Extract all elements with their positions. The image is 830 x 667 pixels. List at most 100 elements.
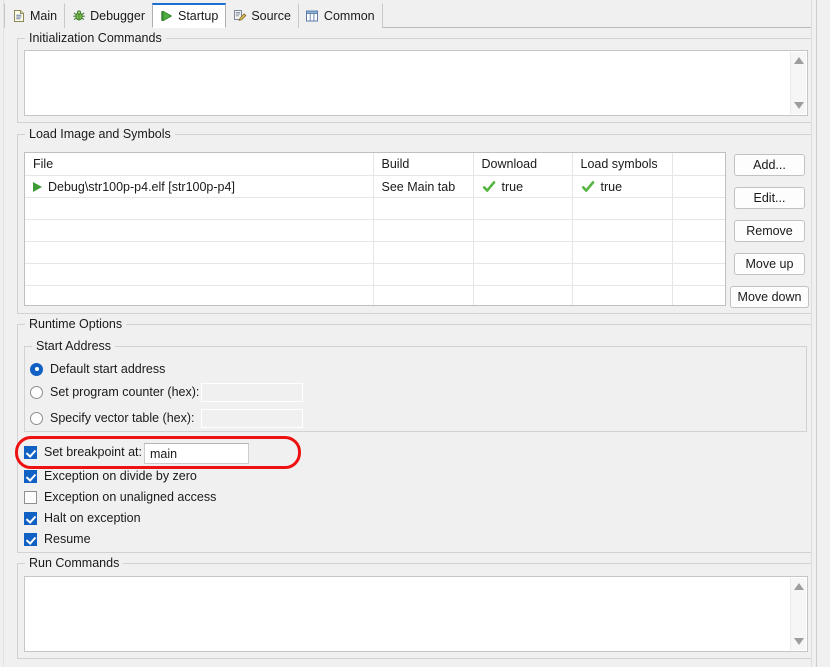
- checkbox-exception-on-divide-by-zero[interactable]: Exception on divide by zero: [24, 469, 197, 483]
- cell-empty[interactable]: [672, 198, 725, 220]
- checkbox-halt-on-exception-label: Halt on exception: [44, 511, 141, 525]
- specify-vector-table-input[interactable]: [201, 409, 303, 428]
- tab-debugger[interactable]: Debugger: [64, 3, 153, 28]
- column-header-extra[interactable]: [672, 153, 725, 176]
- checkbox-indicator[interactable]: [24, 446, 37, 459]
- radio-specify-vector-table-label: Specify vector table (hex):: [50, 411, 195, 425]
- cell-empty[interactable]: [672, 264, 725, 286]
- cell-empty[interactable]: [672, 220, 725, 242]
- run-commands-title: Run Commands: [25, 556, 123, 570]
- load-image-table[interactable]: File Build Download Load symbols Debug\s…: [24, 152, 726, 306]
- cell-empty[interactable]: [572, 242, 672, 264]
- check-icon: [482, 180, 496, 194]
- cell-empty[interactable]: [373, 286, 473, 307]
- add-button[interactable]: Add...: [734, 154, 805, 176]
- table-row[interactable]: Debug\str100p-p4.elf [str100p-p4] See Ma…: [25, 176, 725, 198]
- radio-indicator[interactable]: [30, 412, 43, 425]
- scroll-down-arrow[interactable]: [794, 638, 804, 645]
- cell-empty[interactable]: [373, 220, 473, 242]
- runtime-options-title: Runtime Options: [25, 317, 126, 331]
- cell-file-label: Debug\str100p-p4.elf [str100p-p4]: [48, 180, 235, 194]
- cell-empty[interactable]: [25, 286, 373, 307]
- cell-empty[interactable]: [572, 286, 672, 307]
- tab-source-label: Source: [251, 9, 291, 23]
- cell-empty[interactable]: [373, 242, 473, 264]
- table-row[interactable]: [25, 242, 725, 264]
- set-program-counter-input[interactable]: [201, 383, 303, 402]
- checkbox-indicator[interactable]: [24, 470, 37, 483]
- tab-source[interactable]: Source: [225, 3, 299, 28]
- cell-empty[interactable]: [25, 264, 373, 286]
- cell-empty[interactable]: [25, 198, 373, 220]
- tab-startup[interactable]: Startup: [152, 3, 226, 28]
- source-edit-icon: [232, 9, 247, 24]
- scroll-up-arrow[interactable]: [794, 57, 804, 64]
- cell-empty[interactable]: [25, 220, 373, 242]
- table-header-row: File Build Download Load symbols: [25, 153, 725, 176]
- table-row[interactable]: [25, 220, 725, 242]
- start-address-title: Start Address: [32, 339, 115, 353]
- checkbox-indicator[interactable]: [24, 512, 37, 525]
- cell-empty[interactable]: [473, 198, 572, 220]
- move-up-button[interactable]: Move up: [734, 253, 805, 275]
- initialization-commands-scrollbar[interactable]: [790, 52, 806, 114]
- initialization-commands-title: Initialization Commands: [25, 31, 166, 45]
- cell-download[interactable]: true: [473, 176, 572, 198]
- page-scrollbar-gutter[interactable]: [816, 0, 830, 667]
- radio-indicator[interactable]: [30, 363, 43, 376]
- checkbox-resume[interactable]: Resume: [24, 532, 91, 546]
- cell-empty[interactable]: [25, 242, 373, 264]
- checkbox-exception-on-unaligned-access-label: Exception on unaligned access: [44, 490, 216, 504]
- table-row[interactable]: [25, 264, 725, 286]
- radio-set-program-counter-label: Set program counter (hex):: [50, 385, 199, 399]
- cell-empty[interactable]: [572, 198, 672, 220]
- left-edge-strip: [0, 0, 4, 667]
- play-icon: [159, 9, 174, 24]
- scroll-down-arrow[interactable]: [794, 102, 804, 109]
- table-row[interactable]: [25, 286, 725, 307]
- column-header-file[interactable]: File: [25, 153, 373, 176]
- checkbox-halt-on-exception[interactable]: Halt on exception: [24, 511, 141, 525]
- cell-empty[interactable]: [672, 286, 725, 307]
- radio-indicator[interactable]: [30, 386, 43, 399]
- checkbox-set-breakpoint-at[interactable]: Set breakpoint at:: [24, 445, 142, 459]
- cell-empty[interactable]: [373, 264, 473, 286]
- column-header-build[interactable]: Build: [373, 153, 473, 176]
- run-commands-textarea[interactable]: [24, 576, 808, 652]
- radio-default-start-address[interactable]: Default start address: [30, 362, 165, 376]
- tab-common[interactable]: Common: [298, 3, 383, 28]
- cell-empty[interactable]: [473, 286, 572, 307]
- play-icon: [33, 182, 42, 192]
- column-header-load-symbols[interactable]: Load symbols: [572, 153, 672, 176]
- cell-extra[interactable]: [672, 176, 725, 198]
- checkbox-resume-label: Resume: [44, 532, 91, 546]
- load-image-and-symbols-title: Load Image and Symbols: [25, 127, 175, 141]
- cell-empty[interactable]: [373, 198, 473, 220]
- remove-button[interactable]: Remove: [734, 220, 805, 242]
- set-breakpoint-at-input[interactable]: [144, 443, 249, 464]
- edit-button[interactable]: Edit...: [734, 187, 805, 209]
- cell-empty[interactable]: [572, 220, 672, 242]
- radio-set-program-counter[interactable]: Set program counter (hex):: [30, 385, 199, 399]
- column-header-download[interactable]: Download: [473, 153, 572, 176]
- run-commands-scrollbar[interactable]: [790, 578, 806, 650]
- cell-empty[interactable]: [473, 220, 572, 242]
- cell-file[interactable]: Debug\str100p-p4.elf [str100p-p4]: [25, 176, 373, 198]
- cell-empty[interactable]: [672, 242, 725, 264]
- check-icon: [581, 180, 595, 194]
- checkbox-exception-on-unaligned-access[interactable]: Exception on unaligned access: [24, 490, 216, 504]
- tab-main[interactable]: Main: [4, 3, 65, 28]
- cell-empty[interactable]: [572, 264, 672, 286]
- scroll-up-arrow[interactable]: [794, 583, 804, 590]
- checkbox-exception-on-divide-by-zero-label: Exception on divide by zero: [44, 469, 197, 483]
- cell-load-symbols[interactable]: true: [572, 176, 672, 198]
- table-row[interactable]: [25, 198, 725, 220]
- cell-empty[interactable]: [473, 242, 572, 264]
- checkbox-indicator[interactable]: [24, 491, 37, 504]
- move-down-button[interactable]: Move down: [730, 286, 809, 308]
- cell-empty[interactable]: [473, 264, 572, 286]
- radio-specify-vector-table[interactable]: Specify vector table (hex):: [30, 411, 195, 425]
- checkbox-indicator[interactable]: [24, 533, 37, 546]
- initialization-commands-textarea[interactable]: [24, 50, 808, 116]
- cell-build[interactable]: See Main tab: [373, 176, 473, 198]
